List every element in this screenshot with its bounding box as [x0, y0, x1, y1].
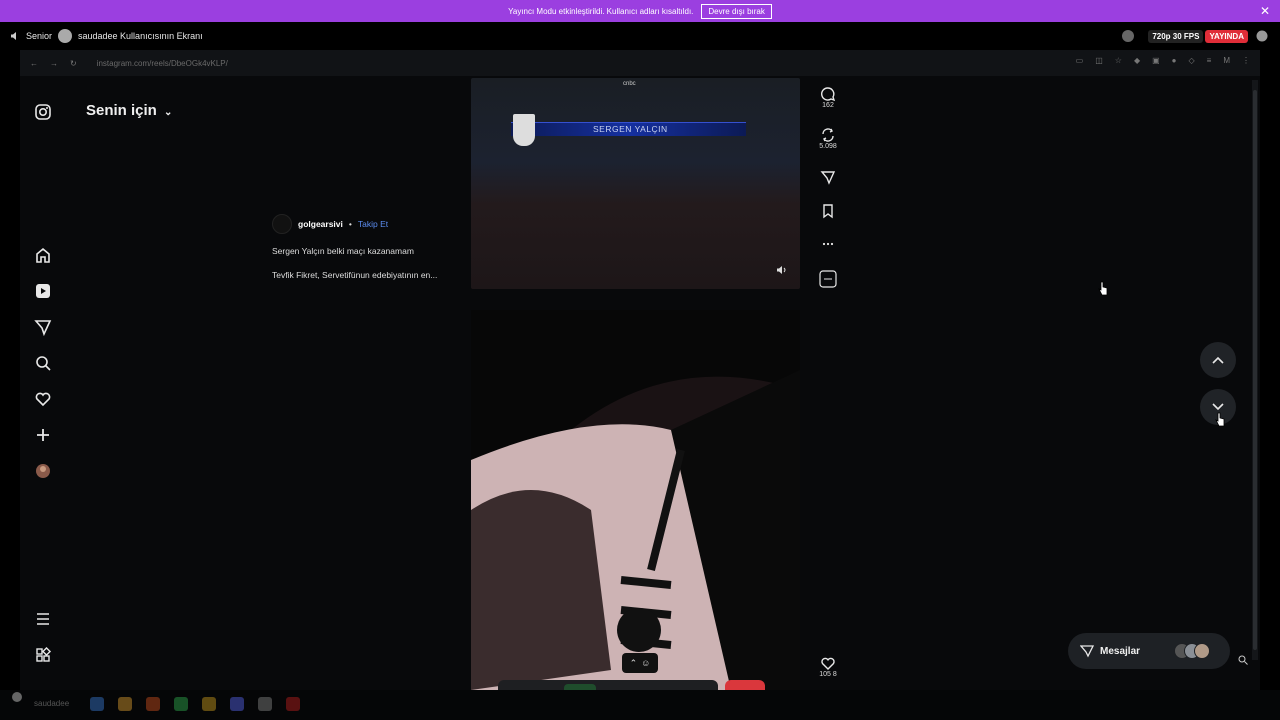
share-action[interactable] [818, 169, 838, 185]
stream-title: saudadee Kullanıcısının Ekranı [78, 31, 203, 41]
extension-icon[interactable]: ● [1172, 56, 1177, 65]
browser-toolbar: ← → ↻ instagram.com/reels/DbeOGk4vKLP/ [20, 50, 1260, 76]
comment-action[interactable]: 162 [818, 86, 838, 109]
channel-name: Senior [26, 31, 53, 41]
hand-cursor [1098, 281, 1108, 296]
author-username[interactable]: golgearsivi [298, 219, 343, 229]
discord-icon[interactable] [230, 697, 244, 711]
separator: • [348, 219, 352, 229]
browser-extensions: ▭ ◫ ☆ ◆ ▣ ● ◇ ≡ M ⋮ [1076, 56, 1250, 65]
steam-icon[interactable] [258, 697, 272, 711]
bookmark-icon[interactable] [820, 203, 836, 219]
feed-selector[interactable]: Senin için ⌄ [86, 102, 172, 119]
live-badge: YAYINDA [1205, 30, 1248, 43]
stream-header: Senior saudadee Kullanıcısının Ekranı [0, 22, 1280, 50]
streamer-avatar [58, 29, 73, 43]
comment-count: 162 [822, 102, 834, 109]
feed-title: Senin için [86, 102, 157, 119]
extension-icon[interactable]: ◆ [1134, 56, 1140, 65]
speaker-icon[interactable] [10, 31, 20, 41]
next-reel-video[interactable] [471, 310, 800, 690]
heart-icon[interactable] [820, 655, 836, 671]
instagram-icon[interactable] [34, 103, 52, 121]
folder-icon[interactable] [202, 697, 216, 711]
direct-icon[interactable] [34, 318, 52, 336]
spotify-icon[interactable] [174, 697, 188, 711]
instagram-sidebar [20, 78, 66, 690]
follow-button[interactable]: Takip Et [358, 219, 388, 229]
profile-avatar[interactable] [34, 462, 52, 480]
kebab-menu-icon[interactable]: ⋮ [1242, 56, 1250, 65]
avatar [1194, 643, 1211, 659]
chevron-up-icon [1212, 356, 1224, 364]
repost-action[interactable]: 5.098 [818, 127, 838, 150]
reels-icon[interactable] [34, 282, 52, 300]
save-action[interactable] [818, 203, 838, 219]
volume-icon[interactable] [776, 265, 788, 275]
star-icon[interactable]: ☆ [1115, 56, 1122, 65]
audio-action[interactable] [818, 270, 838, 288]
plus-icon[interactable] [34, 426, 52, 444]
author-avatar[interactable] [272, 214, 292, 234]
caption-line-1: Sergen Yalçın belki maçı kazanamam [272, 246, 414, 256]
heart-icon[interactable] [34, 390, 52, 408]
taskbar-user: saudadee [34, 699, 70, 708]
previous-reel-button[interactable] [1200, 342, 1236, 378]
translate-icon[interactable]: ◫ [1095, 56, 1103, 65]
chevron-down-icon: ⌄ [164, 107, 173, 118]
stream-badges: 720p 30 FPS YAYINDA [1148, 30, 1248, 43]
audio-thumbnail-icon[interactable] [819, 270, 837, 288]
share-icon[interactable] [820, 169, 836, 185]
chevron-up-icon: ⌃ [629, 657, 638, 668]
message-avatars [1174, 643, 1211, 659]
install-icon[interactable]: ▭ [1076, 56, 1084, 65]
reload-icon[interactable]: ↻ [70, 59, 77, 68]
quality-badge: 720p 30 FPS [1148, 30, 1204, 43]
puzzle-icon[interactable]: ◇ [1189, 56, 1195, 65]
like-count: 105 8 [819, 671, 837, 678]
search-icon[interactable] [34, 354, 52, 372]
streamer-mode-banner: Yayıncı Modu etkinleştirildi. Kullanıcı … [0, 0, 1280, 22]
more-icon[interactable] [820, 236, 836, 252]
more-action[interactable] [818, 236, 838, 252]
profile-icon[interactable]: M [1223, 56, 1230, 65]
grid-icon[interactable] [34, 646, 52, 664]
forward-icon[interactable]: → [50, 59, 58, 68]
menu-icon[interactable] [34, 610, 52, 628]
messages-button[interactable]: Mesajlar [1068, 633, 1230, 669]
hand-cursor [1215, 412, 1225, 427]
club-crest [513, 114, 535, 146]
messages-label: Mesajlar [1100, 645, 1141, 657]
direct-icon [1080, 645, 1094, 658]
extension-icon[interactable]: ▣ [1152, 56, 1160, 65]
repost-count: 5.098 [819, 143, 837, 150]
browser-icon[interactable] [118, 697, 132, 711]
back-icon[interactable]: ← [30, 59, 38, 68]
close-icon[interactable]: ✕ [1260, 4, 1270, 18]
banner-message: Yayıncı Modu etkinleştirildi. Kullanıcı … [508, 6, 694, 16]
zoom-icon[interactable] [1238, 655, 1248, 665]
scrollbar-thumb[interactable] [1253, 90, 1257, 650]
playlist-icon[interactable]: ≡ [1207, 56, 1212, 65]
user-settings-icon[interactable] [10, 690, 24, 704]
taskbar-apps [90, 697, 300, 711]
lower-third-banner: SERGEN YALÇIN [511, 122, 746, 136]
app-icon[interactable] [286, 697, 300, 711]
disable-streamer-mode-button[interactable]: Devre dışı bırak [701, 3, 772, 19]
home-icon[interactable] [34, 246, 52, 264]
chat-icon[interactable] [1256, 30, 1268, 42]
viewer-avatar [1122, 30, 1134, 42]
address-bar[interactable]: instagram.com/reels/DbeOGk4vKLP/ [97, 59, 228, 68]
app-icon[interactable] [90, 697, 104, 711]
reel-video[interactable]: cnbc SERGEN YALÇIN [471, 78, 800, 289]
like-action[interactable]: 105 8 [818, 655, 838, 678]
reel-caption: golgearsivi • Takip Et Sergen Yalçın bel… [272, 214, 462, 294]
caption-line-2[interactable]: Tevfik Fikret, Servetifünun edebiyatının… [272, 270, 462, 280]
video-overlay-text: cnbc [623, 81, 636, 87]
comment-icon[interactable] [820, 86, 836, 102]
expand-controls[interactable]: ⌃ ☺ [622, 653, 658, 673]
participants-icon[interactable]: ☺ [641, 658, 650, 668]
repost-icon[interactable] [820, 127, 836, 143]
app-icon[interactable] [146, 697, 160, 711]
